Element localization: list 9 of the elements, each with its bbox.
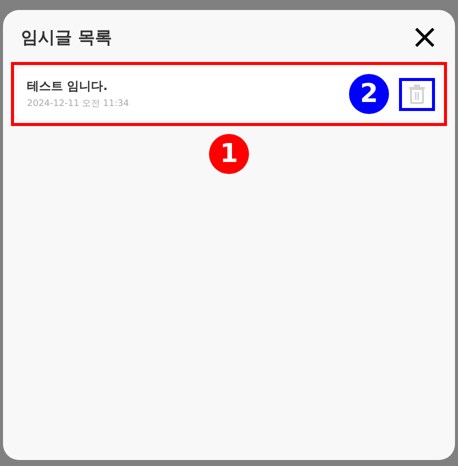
draft-item[interactable]: 테스트 임니다. 2024-12-11 오전 11:34 2 <box>17 68 441 120</box>
step-badge: 2 <box>349 74 389 114</box>
draft-title: 테스트 임니다. <box>27 78 109 95</box>
draft-date: 2024-12-11 오전 11:34 <box>27 98 130 110</box>
close-button[interactable]: × <box>410 24 439 50</box>
dialog-title: 임시글 목록 <box>21 26 112 48</box>
step-badge: 1 <box>209 134 249 174</box>
delete-button[interactable] <box>399 78 435 110</box>
trash-icon <box>408 84 426 104</box>
